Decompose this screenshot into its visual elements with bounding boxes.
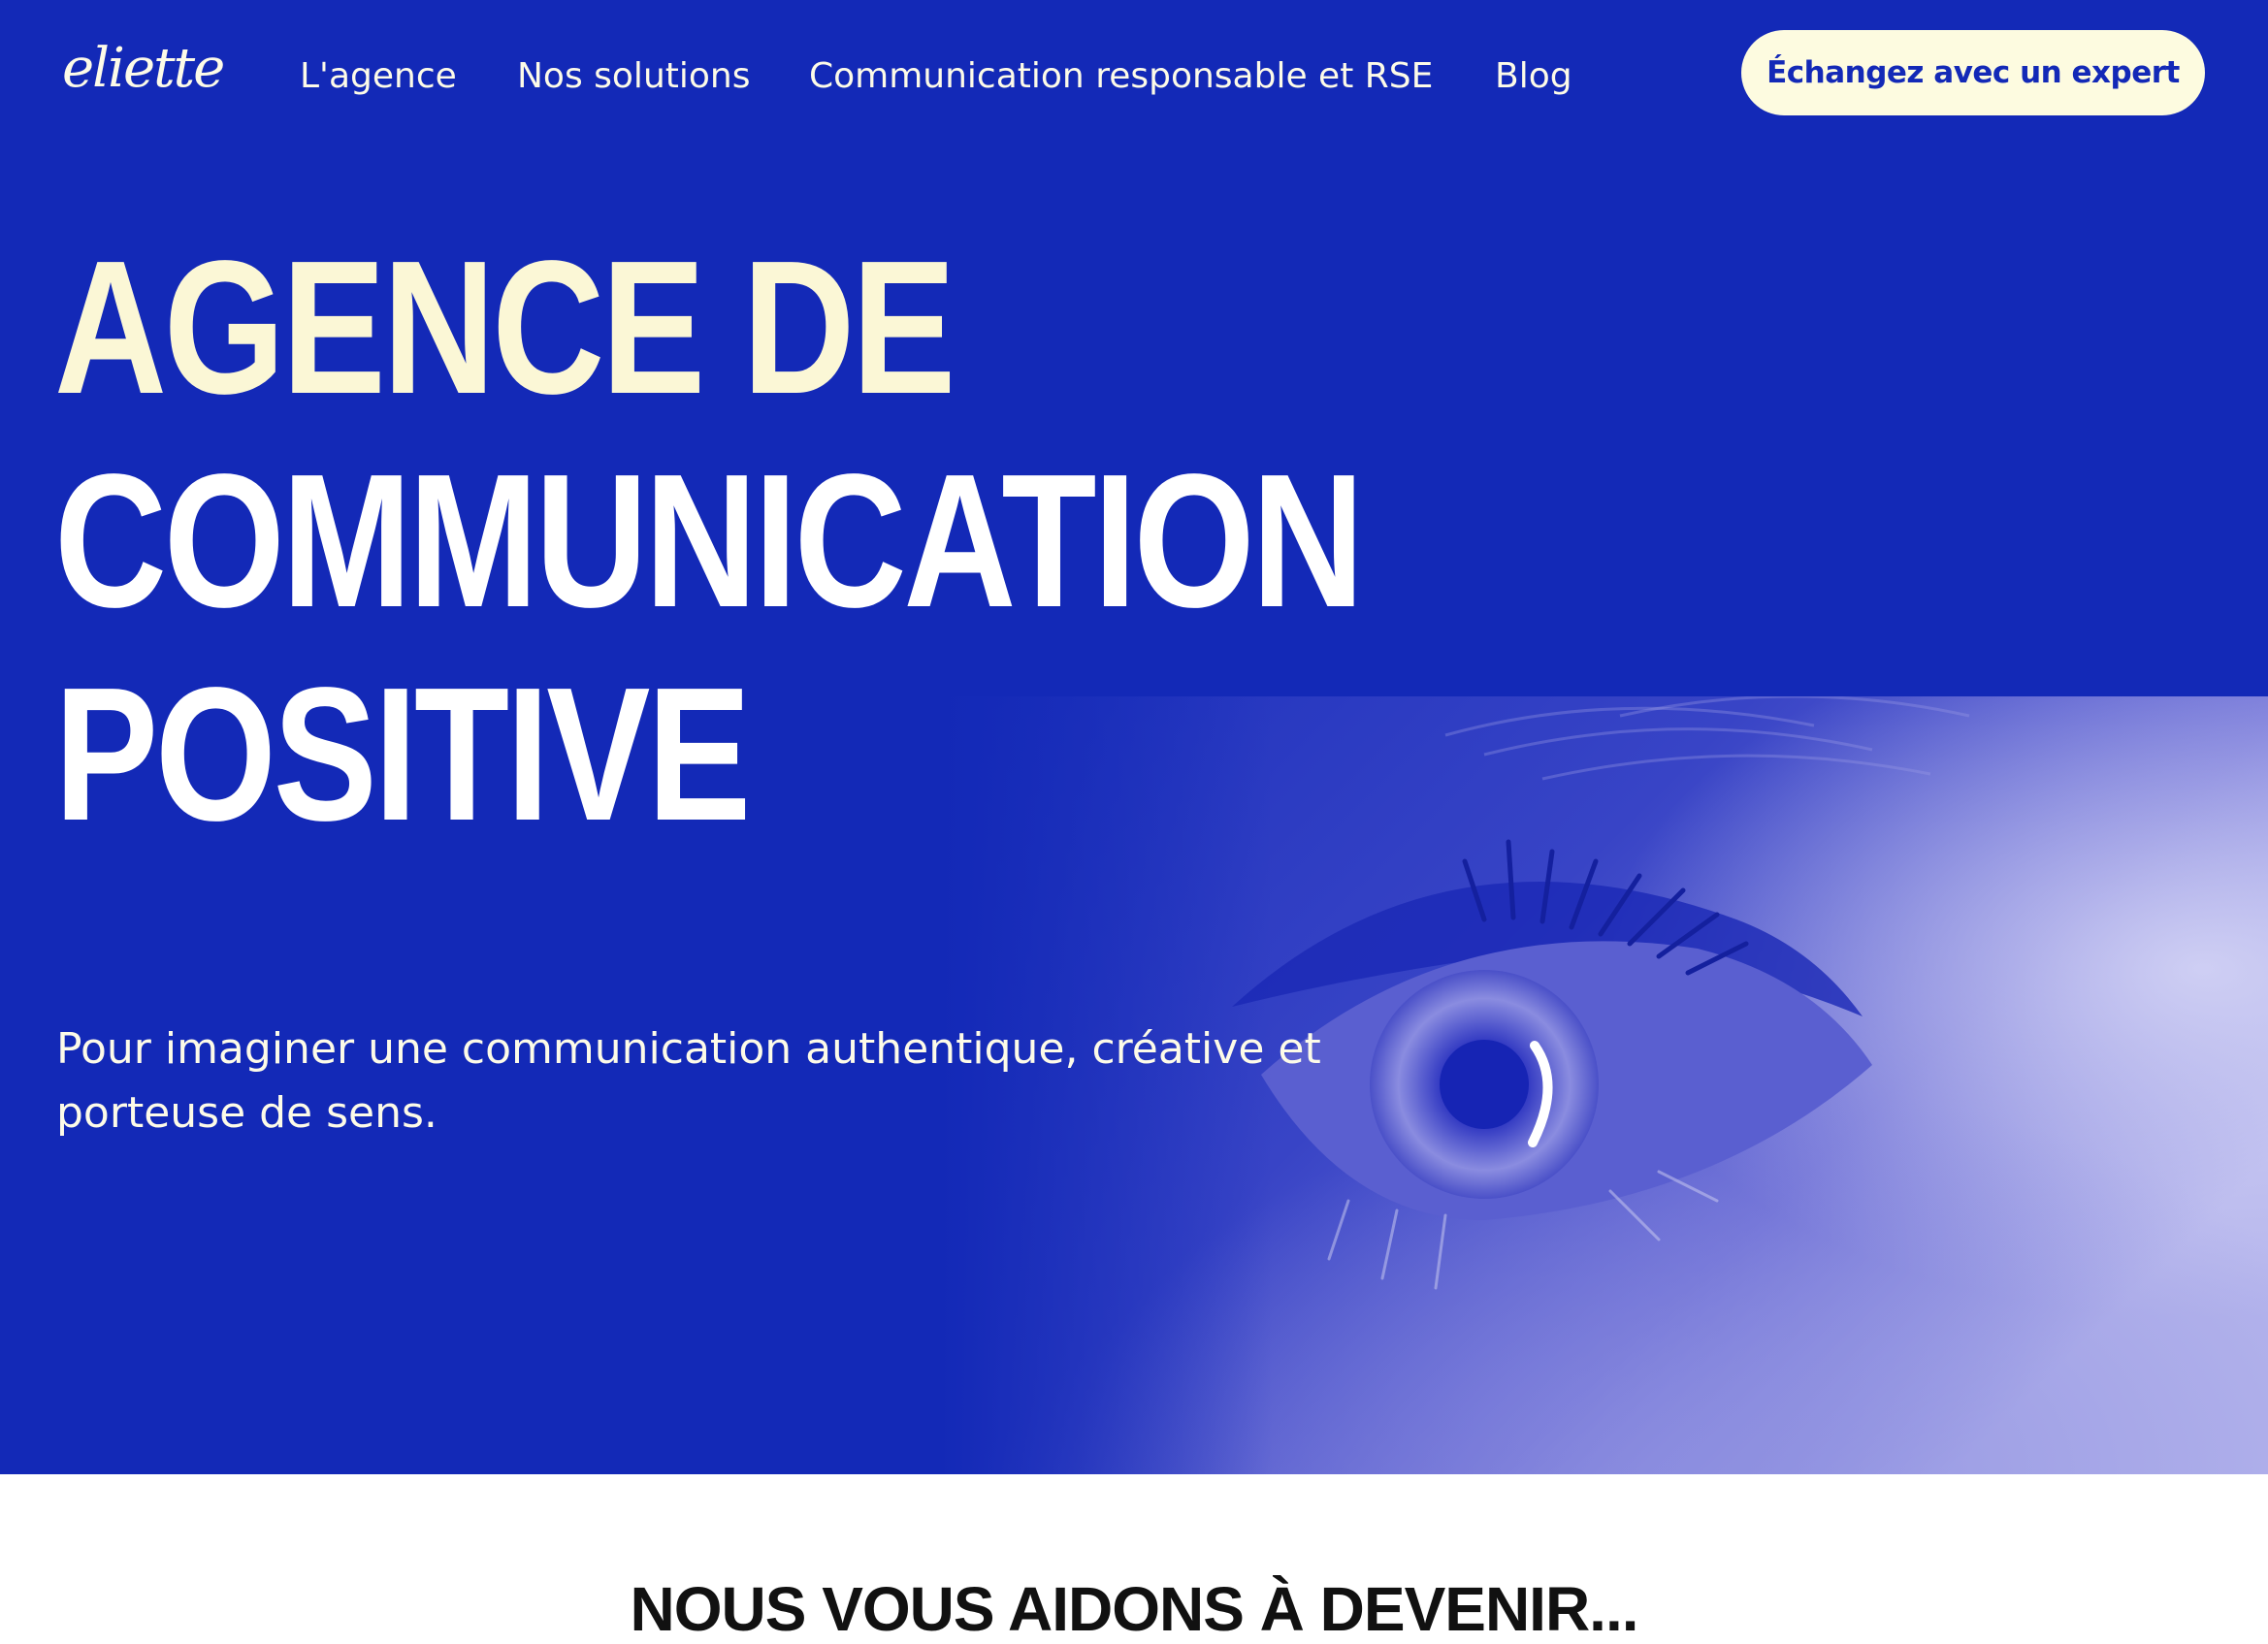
hero-subtitle: Pour imaginer une communication authenti… (56, 1017, 1511, 1145)
section-title: NOUS VOUS AIDONS À DEVENIR... (630, 1574, 1639, 1644)
eliette-logo[interactable]: eliette (62, 35, 225, 103)
headline-line-1: AGENCE DE (54, 221, 956, 434)
headline-line-2: COMMUNICATION (54, 435, 1364, 647)
contact-expert-button[interactable]: Échangez avec un expert (1741, 30, 2205, 115)
subtitle-line-1: Pour imaginer une communication authenti… (56, 1024, 1321, 1074)
headline-line-3: POSITIVE (54, 648, 751, 860)
subtitle-line-2: porteuse de sens. (56, 1088, 437, 1138)
hero-headline: AGENCE DE COMMUNICATION POSITIVE (54, 221, 1364, 861)
nav-item-solutions[interactable]: Nos solutions (517, 52, 750, 101)
nav-item-blog[interactable]: Blog (1495, 52, 1572, 101)
hero-section: eliette L'agence Nos solutions Communica… (0, 0, 2268, 1474)
site-header: eliette L'agence Nos solutions Communica… (0, 0, 2268, 145)
nav-item-rse[interactable]: Communication responsable et RSE (809, 52, 1433, 101)
nav-item-agence[interactable]: L'agence (300, 52, 457, 101)
